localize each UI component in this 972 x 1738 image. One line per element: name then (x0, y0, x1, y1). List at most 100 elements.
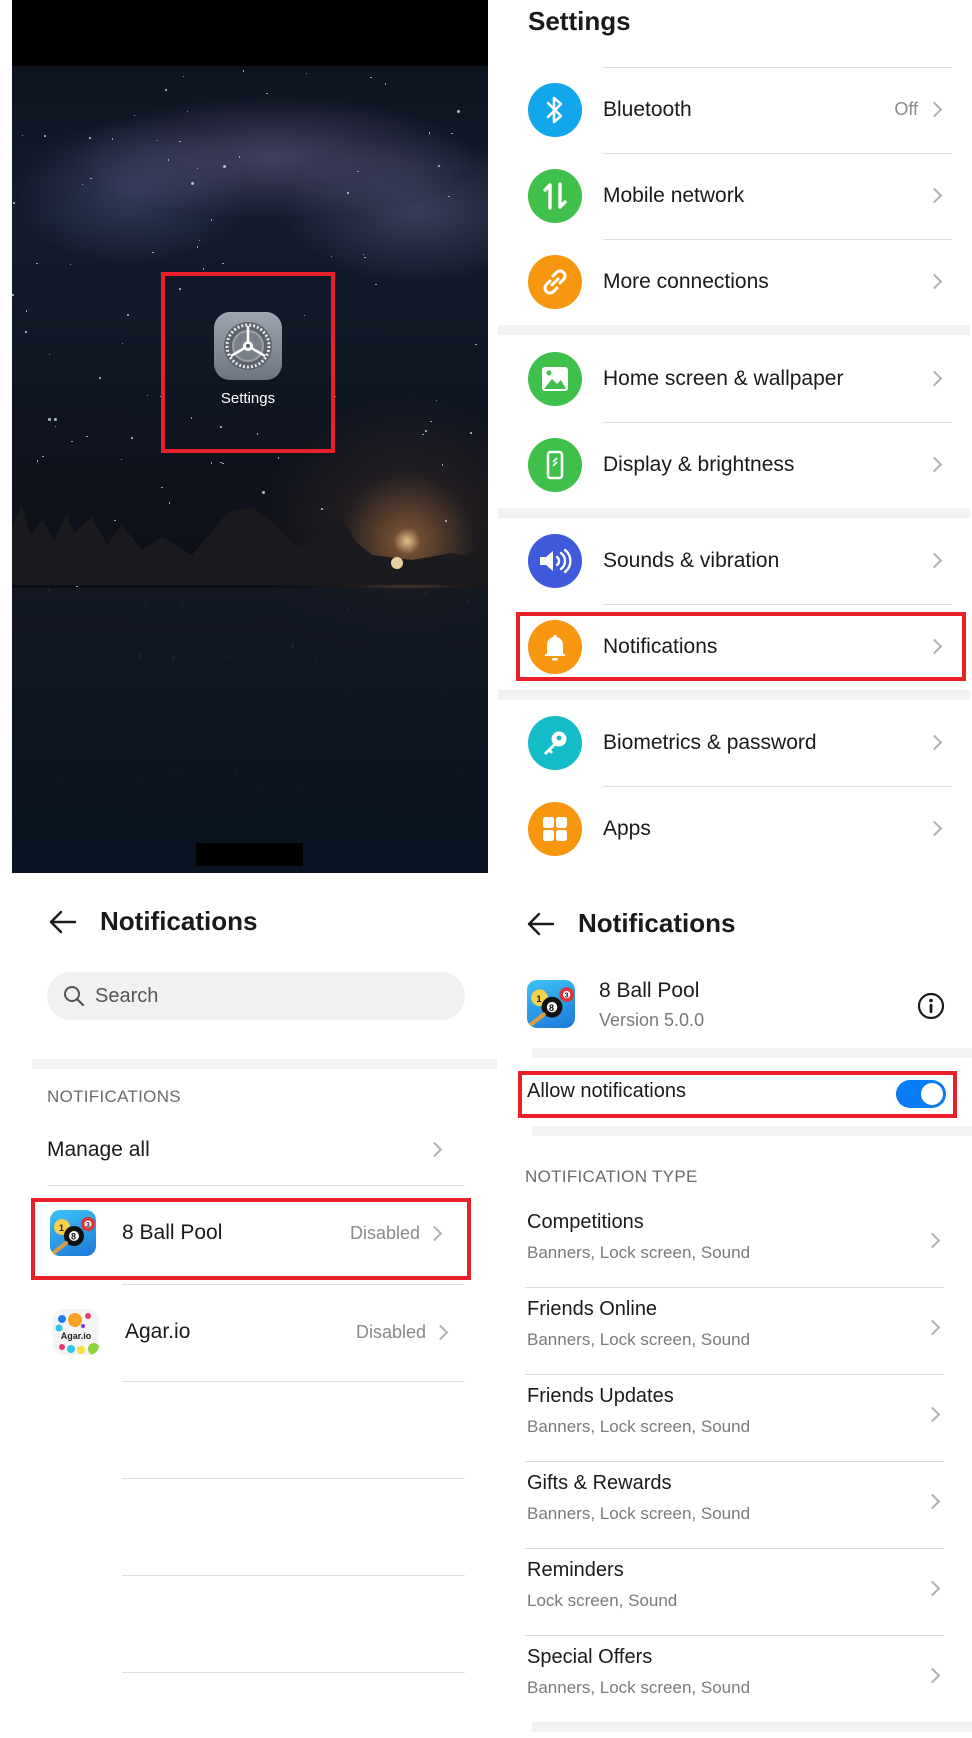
divider (122, 1284, 465, 1285)
navigation-bar-mask (196, 843, 303, 866)
settings-item-display-brightness[interactable]: Display & brightness (498, 422, 972, 508)
back-arrow-icon[interactable] (48, 910, 78, 934)
star (69, 263, 72, 266)
svg-text:Agar.io: Agar.io (61, 1331, 92, 1341)
app-name: 8 Ball Pool (599, 979, 700, 1002)
app-version: Version 5.0.0 (599, 1010, 705, 1030)
star (131, 437, 133, 439)
star (210, 219, 213, 221)
info-icon[interactable] (916, 991, 946, 1021)
star (441, 464, 444, 466)
star (303, 271, 306, 274)
star (36, 460, 39, 462)
star (25, 310, 28, 312)
star (13, 202, 15, 204)
star (186, 110, 189, 113)
chevron-right-icon (426, 1225, 443, 1242)
bell-icon (528, 620, 582, 674)
star (428, 132, 431, 134)
notification-type-friends-updates[interactable]: Friends Updates Banners, Lock screen, So… (525, 1373, 950, 1460)
notification-type-reminders[interactable]: Reminders Lock screen, Sound (525, 1547, 950, 1634)
settings-item-biometrics-password[interactable]: Biometrics & password (498, 700, 972, 786)
star (111, 138, 114, 140)
star (305, 72, 308, 75)
apps-grid-icon (528, 802, 582, 856)
settings-item-home-screen-wallpaper[interactable]: Home screen & wallpaper (498, 336, 972, 422)
notification-type-gifts-rewards[interactable]: Gifts & Rewards Banners, Lock screen, So… (525, 1460, 950, 1547)
star (90, 177, 92, 180)
star (222, 165, 226, 169)
chevron-right-icon (926, 273, 943, 290)
star (127, 314, 129, 316)
bluetooth-status: Off (894, 99, 918, 119)
star (21, 134, 24, 137)
image-icon (528, 352, 582, 406)
search-field[interactable] (47, 972, 465, 1020)
back-arrow-icon[interactable] (526, 912, 556, 936)
star (457, 109, 461, 113)
mountain-silhouette (12, 505, 488, 585)
star (256, 433, 259, 435)
settings-app-icon[interactable] (214, 312, 282, 380)
star (133, 114, 136, 117)
star (196, 167, 199, 170)
allow-notifications-toggle[interactable] (896, 1080, 946, 1108)
star (210, 462, 213, 464)
settings-item-apps[interactable]: Apps (498, 786, 972, 872)
settings-item-bluetooth[interactable]: Bluetooth Off (498, 67, 972, 153)
star (384, 83, 387, 85)
chevron-right-icon (924, 1406, 941, 1423)
section-separator (498, 690, 970, 700)
section-separator (532, 1048, 972, 1058)
star (196, 246, 199, 248)
chevron-right-icon (924, 1232, 941, 1249)
manage-all-item[interactable]: Manage all (32, 1113, 472, 1185)
divider (122, 1672, 465, 1673)
chevron-right-icon (926, 187, 943, 204)
section-separator (498, 325, 970, 335)
app-item-8-ball-pool[interactable]: 1 3 8 8 Ball Pool Disabled (32, 1193, 472, 1273)
star (161, 486, 163, 489)
allow-notifications-row[interactable]: Allow notifications (525, 1070, 950, 1120)
section-header: NOTIFICATIONS (47, 1087, 181, 1106)
star (242, 70, 245, 72)
settings-item-mobile-network[interactable]: Mobile network (498, 153, 972, 239)
section-separator (32, 1059, 497, 1069)
svg-text:8: 8 (549, 1002, 554, 1013)
key-icon (528, 716, 582, 770)
chevron-right-icon (924, 1667, 941, 1684)
star (54, 418, 58, 422)
home-screen-wallpaper: Settings (12, 0, 488, 873)
star (191, 181, 195, 185)
star (266, 92, 268, 95)
chevron-right-icon (926, 734, 943, 751)
notification-type-friends-online[interactable]: Friends Online Banners, Lock screen, Sou… (525, 1286, 950, 1373)
page-title: Notifications (100, 906, 258, 936)
star (47, 417, 51, 421)
star (120, 458, 123, 461)
star (475, 343, 477, 346)
divider (122, 1575, 465, 1576)
star (179, 288, 181, 290)
settings-item-more-connections[interactable]: More connections (498, 239, 972, 325)
star (25, 331, 27, 333)
star (202, 268, 205, 270)
star (12, 294, 14, 296)
chevron-right-icon (926, 820, 943, 837)
chevron-right-icon (926, 101, 943, 118)
settings-item-sounds-vibration[interactable]: Sounds & vibration (498, 518, 972, 604)
notification-type-special-offers[interactable]: Special Offers Banners, Lock screen, Sou… (525, 1634, 950, 1721)
star (179, 140, 181, 143)
chevron-right-icon (924, 1580, 941, 1597)
search-input[interactable] (95, 972, 445, 1020)
notification-type-competitions[interactable]: Competitions Banners, Lock screen, Sound (525, 1199, 950, 1286)
svg-text:3: 3 (565, 991, 569, 1000)
app-item-agar-io[interactable]: Agar.io Agar.io Disabled (32, 1292, 472, 1372)
settings-item-notifications[interactable]: Notifications (498, 604, 972, 690)
star (364, 256, 366, 259)
chevron-right-icon (926, 552, 943, 569)
star (422, 433, 424, 436)
star (146, 394, 149, 397)
section-separator (532, 1722, 972, 1732)
star (99, 377, 101, 379)
